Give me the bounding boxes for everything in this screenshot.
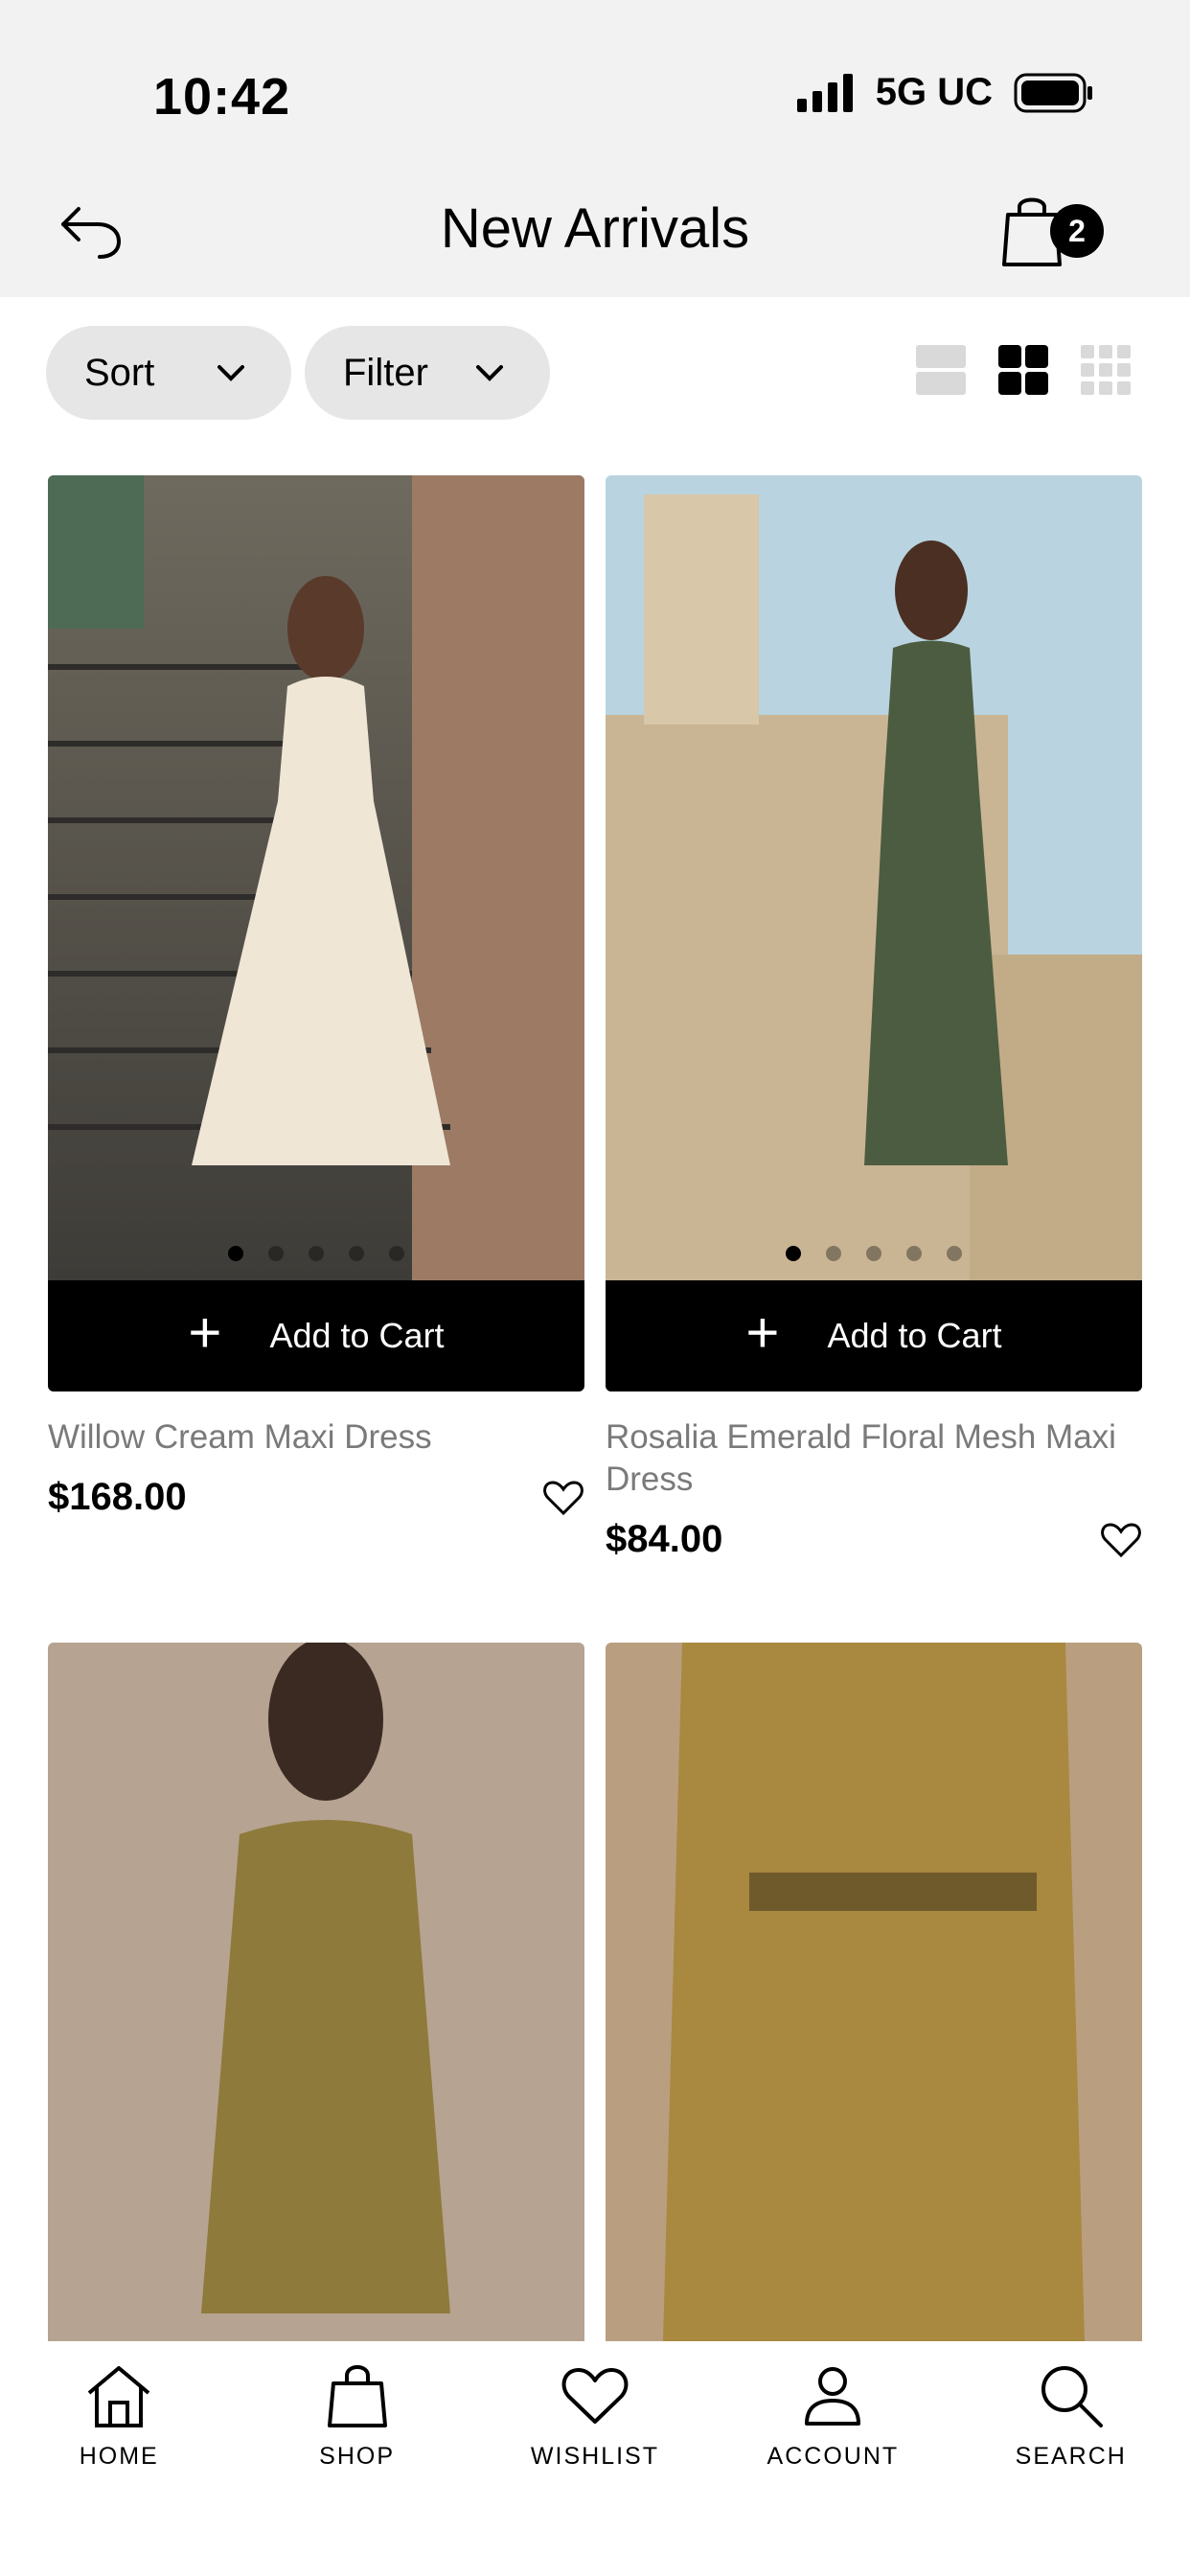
product-name[interactable]: Willow Cream Maxi Dress [48,1416,584,1459]
product-card[interactable]: + Add to Cart Willow Cream Maxi Dress $1… [48,475,584,1519]
filter-button[interactable]: Filter [305,326,550,420]
status-icons: 5G UC [796,71,1094,114]
nav-item-account[interactable]: ACCOUNT [737,2362,928,2576]
shopping-bag-icon [327,2365,387,2427]
product-name[interactable]: Rosalia Emerald Floral Mesh Maxi Dress [606,1416,1142,1501]
cart-count-badge: 2 [1050,204,1104,258]
nav-label: SHOP [319,2443,395,2470]
carousel-dot[interactable] [826,1246,841,1261]
chevron-down-icon [476,365,503,381]
signal-icon [796,73,853,112]
image-carousel-dots [606,1246,1142,1261]
carousel-dot[interactable] [906,1246,922,1261]
nav-label: HOME [79,2443,159,2470]
add-to-cart-label: Add to Cart [827,1316,1002,1355]
filter-label: Filter [343,351,428,394]
heart-icon[interactable] [542,1479,584,1517]
nav-item-search[interactable]: SEARCH [975,2362,1167,2576]
view-toggle [914,343,1133,397]
product-image[interactable] [606,475,1142,1280]
heart-icon[interactable] [1100,1521,1142,1559]
plus-icon: + [745,1300,780,1365]
sort-label: Sort [84,351,155,394]
product-price: $168.00 [48,1476,187,1518]
heart-icon [561,2368,629,2424]
battery-icon [1014,73,1092,112]
chevron-down-icon [217,365,244,381]
add-to-cart-button[interactable]: + Add to Cart [606,1280,1142,1392]
product-card[interactable]: + Add to Cart Rosalia Emerald Floral Mes… [606,475,1142,1561]
single-column-view-icon[interactable] [914,343,968,397]
carousel-dot[interactable] [947,1246,962,1261]
add-to-cart-label: Add to Cart [269,1316,445,1355]
carousel-dot[interactable] [866,1246,881,1261]
sort-button[interactable]: Sort [46,326,291,420]
nav-item-shop[interactable]: SHOP [262,2362,453,2576]
nav-item-home[interactable]: HOME [23,2362,215,2576]
add-to-cart-button[interactable]: + Add to Cart [48,1280,584,1392]
nav-label: SEARCH [1015,2443,1127,2470]
home-icon [87,2366,150,2427]
product-image[interactable] [48,1643,584,2341]
three-column-view-icon[interactable] [1079,343,1133,397]
network-type: 5G UC [875,71,993,113]
carousel-dot[interactable] [786,1246,801,1261]
two-column-view-icon[interactable] [996,343,1050,397]
nav-label: WISHLIST [530,2443,659,2470]
carousel-dot[interactable] [389,1246,404,1261]
bottom-nav: HOME SHOP WISHLIST ACCOUNT SEARCH [0,2341,1190,2576]
nav-label: ACCOUNT [767,2443,900,2470]
person-icon [805,2367,861,2426]
carousel-dot[interactable] [349,1246,364,1261]
nav-item-wishlist[interactable]: WISHLIST [499,2362,691,2576]
carousel-dot[interactable] [309,1246,324,1261]
product-price: $84.00 [606,1518,723,1560]
plus-icon: + [188,1300,222,1365]
search-icon [1041,2366,1103,2427]
status-time: 10:42 [153,68,291,126]
product-image[interactable] [48,475,584,1280]
image-carousel-dots [48,1246,584,1261]
app-header: 10:42 5G UC New Arrivals 2 [0,0,1190,297]
carousel-dot[interactable] [228,1246,243,1261]
product-image[interactable] [606,1643,1142,2341]
carousel-dot[interactable] [268,1246,284,1261]
